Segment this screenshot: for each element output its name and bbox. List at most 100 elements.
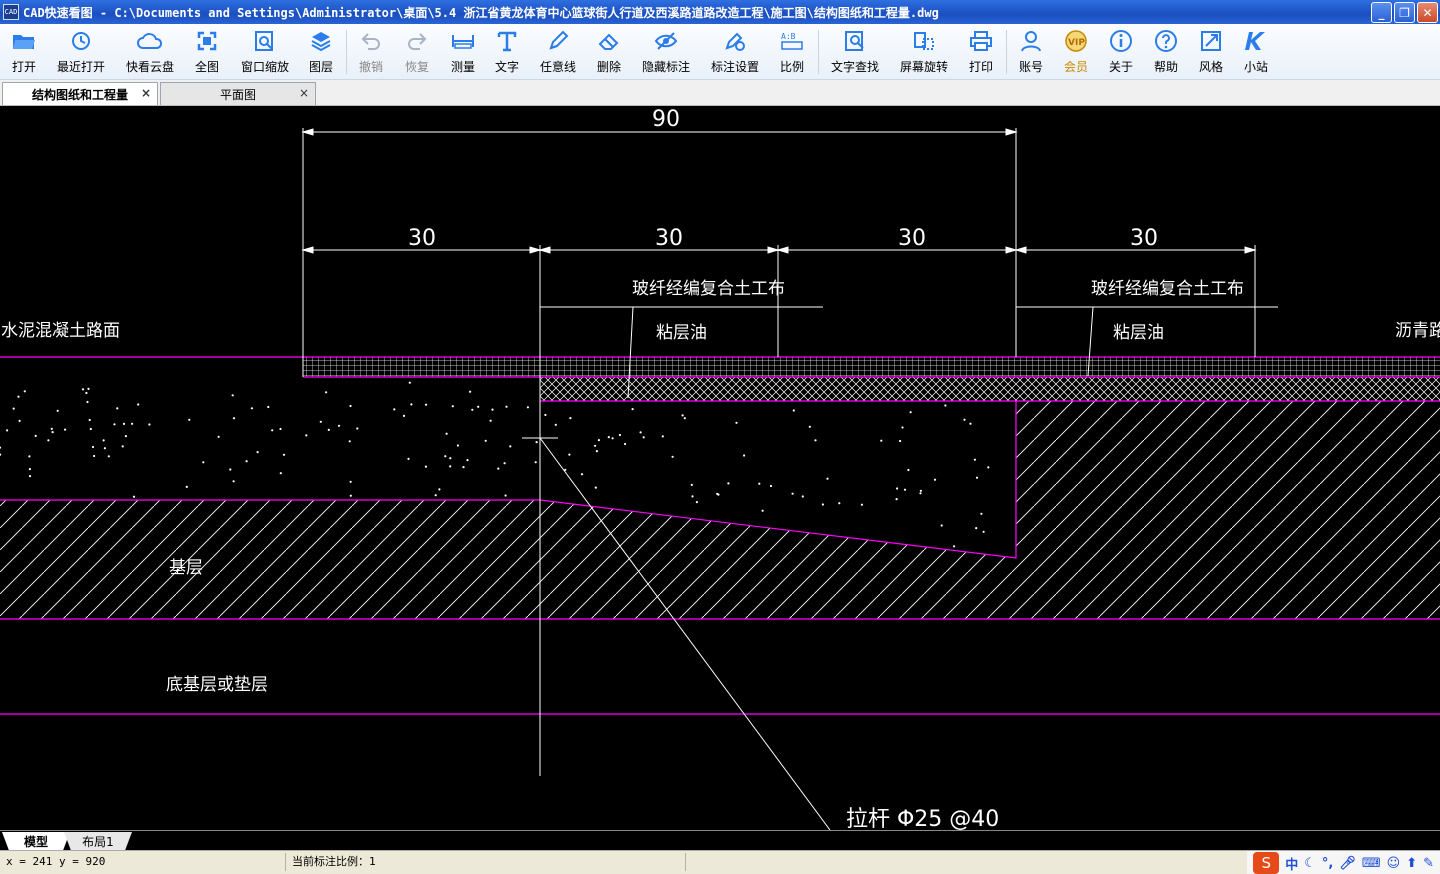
aggregate-dot bbox=[899, 439, 902, 443]
style-icon bbox=[1198, 28, 1224, 54]
member-button[interactable]: VIP 会员 bbox=[1061, 28, 1091, 76]
shirt-icon[interactable]: ⬆ bbox=[1406, 856, 1417, 871]
measure-button[interactable]: 测量 bbox=[448, 28, 478, 76]
aggregate-dot bbox=[594, 486, 597, 489]
cloud-button[interactable]: 快看云盘 bbox=[123, 28, 177, 76]
hide-marks-button[interactable]: 隐藏标注 bbox=[640, 28, 692, 76]
aggregate-dot bbox=[410, 403, 413, 406]
help-icon bbox=[1153, 28, 1179, 54]
help-button[interactable]: 帮助 bbox=[1151, 28, 1181, 76]
aggregate-dot bbox=[544, 413, 547, 417]
freehand-button[interactable]: 任意线 bbox=[538, 28, 578, 76]
window-zoom-button[interactable]: 窗口缩放 bbox=[238, 28, 292, 76]
account-button[interactable]: 账号 bbox=[1016, 28, 1046, 76]
aggregate-dot bbox=[743, 454, 746, 457]
ruler-icon bbox=[450, 28, 476, 54]
mark-settings-button[interactable]: 标注设置 bbox=[708, 28, 762, 76]
aggregate-dot bbox=[975, 476, 979, 479]
tab-structure-drawings[interactable]: 结构图纸和工程量 × bbox=[2, 82, 158, 105]
layers-button[interactable]: 图层 bbox=[306, 28, 336, 76]
moon-icon[interactable]: ☾ bbox=[1304, 856, 1316, 871]
drawing-canvas[interactable]: 90 30 30 30 30 水泥混凝土路面 沥青路面 玻纤经编复合土工布 玻纤… bbox=[0, 106, 1440, 830]
geotextile-label-1: 玻纤经编复合土工布 bbox=[632, 279, 785, 299]
delete-button[interactable]: 删除 bbox=[594, 28, 624, 76]
minimize-button[interactable]: _ bbox=[1371, 2, 1392, 23]
close-icon[interactable]: × bbox=[141, 86, 151, 100]
punctuation-icon[interactable]: °, bbox=[1322, 856, 1333, 871]
style-button[interactable]: 风格 bbox=[1196, 28, 1226, 76]
redo-button[interactable]: 恢复 bbox=[402, 28, 432, 76]
restore-button[interactable]: ❐ bbox=[1394, 2, 1415, 23]
full-view-button[interactable]: 全图 bbox=[192, 28, 222, 76]
aggregate-dot bbox=[569, 417, 572, 420]
cloud-icon bbox=[137, 28, 163, 54]
aggregate-dot bbox=[975, 527, 978, 530]
right-surface-label: 沥青路面 bbox=[1395, 321, 1440, 341]
vip-icon: VIP bbox=[1063, 28, 1089, 54]
station-button[interactable]: 小站 bbox=[1241, 28, 1271, 76]
aggregate-dot bbox=[491, 408, 494, 411]
dim-label-3: 30 bbox=[898, 226, 926, 251]
aggregate-dot bbox=[424, 465, 427, 468]
aggregate-dot bbox=[148, 423, 151, 426]
recent-button[interactable]: 最近打开 bbox=[54, 28, 108, 76]
rotate-screen-button[interactable]: 屏幕旋转 bbox=[897, 28, 951, 76]
mark-scale-readout: 当前标注比例：1 bbox=[286, 853, 686, 871]
about-button[interactable]: 关于 bbox=[1106, 28, 1136, 76]
keyboard-icon[interactable]: ⌨ bbox=[1362, 856, 1381, 871]
ime-mode[interactable]: 中 bbox=[1285, 854, 1298, 873]
undo-button[interactable]: 撤销 bbox=[356, 28, 386, 76]
aggregate-dot bbox=[348, 440, 351, 443]
aggregate-dot bbox=[188, 418, 191, 421]
aggregate-dot bbox=[28, 455, 31, 458]
pencil-icon bbox=[545, 28, 571, 54]
aggregate-dot bbox=[534, 461, 537, 464]
ime-toolbar[interactable]: S 中 ☾ °, 🎤︎ ⌨ ☺ ⬆ ✎ bbox=[1247, 851, 1440, 874]
text-button[interactable]: 文字 bbox=[492, 28, 522, 76]
print-button[interactable]: 打印 bbox=[966, 28, 996, 76]
aggregate-dot bbox=[980, 512, 983, 515]
wrench-icon[interactable]: ✎ bbox=[1423, 856, 1434, 871]
tab-plan[interactable]: 平面图 × bbox=[160, 82, 316, 105]
svg-text:VIP: VIP bbox=[1068, 38, 1085, 48]
tab-label: 结构图纸和工程量 bbox=[31, 87, 128, 102]
aggregate-dot bbox=[107, 455, 110, 458]
aggregate-dot bbox=[792, 409, 795, 412]
title-bar: CAD CAD快速看图 - C:\Documents and Settings\… bbox=[0, 0, 1440, 24]
scale-button[interactable]: A:B 比例 bbox=[777, 28, 807, 76]
redo-icon bbox=[404, 28, 430, 54]
aggregate-dot bbox=[801, 495, 804, 498]
aggregate-dot bbox=[337, 424, 341, 427]
aggregate-dot bbox=[231, 394, 234, 397]
close-icon[interactable]: × bbox=[299, 86, 309, 100]
aggregate-dot bbox=[940, 524, 943, 527]
microphone-icon[interactable]: 🎤︎ bbox=[1339, 856, 1356, 871]
aggregate-dot bbox=[137, 403, 140, 406]
aggregate-dot bbox=[131, 422, 134, 425]
open-button[interactable]: 打开 bbox=[8, 28, 40, 76]
aggregate-dot bbox=[919, 489, 923, 492]
close-window-button[interactable]: ✕ bbox=[1417, 2, 1438, 23]
aggregate-dot bbox=[503, 462, 506, 465]
user-icon[interactable]: ☺ bbox=[1387, 856, 1401, 871]
coordinate-readout: x = 241 y = 920 bbox=[0, 853, 286, 871]
aggregate-dot bbox=[64, 428, 67, 431]
aggregate-dot bbox=[51, 431, 54, 434]
clock-icon bbox=[68, 28, 94, 54]
find-text-button[interactable]: 文字查找 bbox=[828, 28, 882, 76]
aggregate-dot bbox=[23, 390, 26, 393]
aggregate-dot bbox=[690, 483, 693, 486]
aggregate-dot bbox=[895, 498, 898, 501]
sogou-logo-icon[interactable]: S bbox=[1253, 852, 1280, 874]
toolbar-separator bbox=[818, 30, 819, 74]
tab-layout1[interactable]: 布局1 bbox=[64, 832, 132, 850]
aggregate-dot bbox=[963, 418, 966, 421]
dim-label-4: 30 bbox=[1130, 226, 1158, 251]
aggregate-dot bbox=[449, 457, 452, 460]
aggregate-dot bbox=[838, 502, 841, 505]
tab-model[interactable]: 模型 bbox=[2, 832, 70, 850]
aggregate-dot bbox=[919, 492, 922, 495]
aggregate-dot bbox=[267, 405, 270, 409]
aggregate-dot bbox=[758, 482, 761, 485]
aggregate-dot bbox=[250, 407, 253, 410]
